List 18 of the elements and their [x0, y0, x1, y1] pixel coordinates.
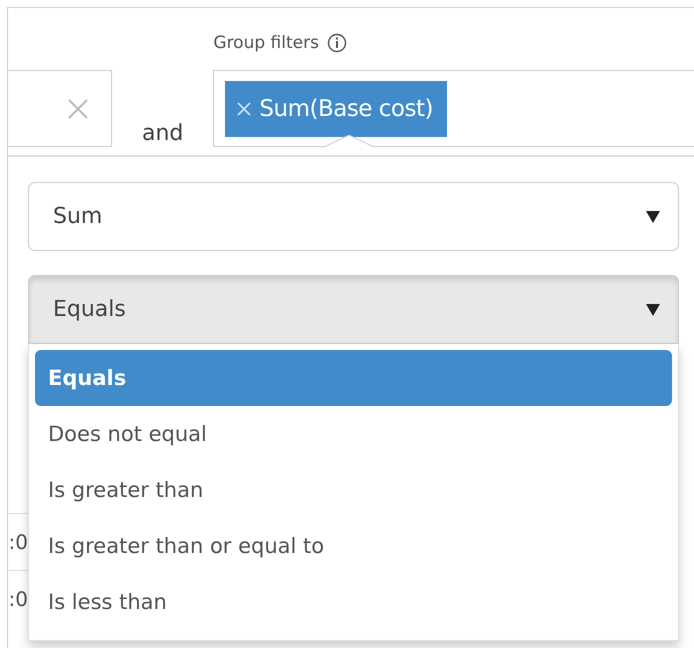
info-icon[interactable]	[326, 33, 347, 53]
operator-select[interactable]: Equals	[28, 275, 679, 344]
connector-label: and	[142, 120, 184, 148]
popover-pointer	[324, 135, 374, 147]
caret-icon	[646, 304, 660, 316]
dropdown-option[interactable]: Is greater than	[35, 462, 672, 518]
group-filters-label: Group filters	[213, 32, 319, 54]
aggregate-select[interactable]: Sum	[28, 182, 679, 251]
filter-field[interactable]	[8, 70, 112, 147]
filter-chip[interactable]: Sum(Base cost)	[225, 81, 447, 137]
close-icon[interactable]	[237, 102, 252, 116]
dropdown-option[interactable]: Equals	[35, 350, 672, 406]
dropdown-option[interactable]: Is greater than or equal to	[35, 518, 672, 574]
dropdown-option[interactable]: Does not equal	[35, 406, 672, 462]
caret-icon	[646, 210, 660, 222]
dropdown-option[interactable]: Is less than	[35, 574, 672, 630]
close-icon[interactable]	[67, 98, 89, 120]
group-filters-field[interactable]: Sum(Base cost)	[213, 70, 694, 147]
